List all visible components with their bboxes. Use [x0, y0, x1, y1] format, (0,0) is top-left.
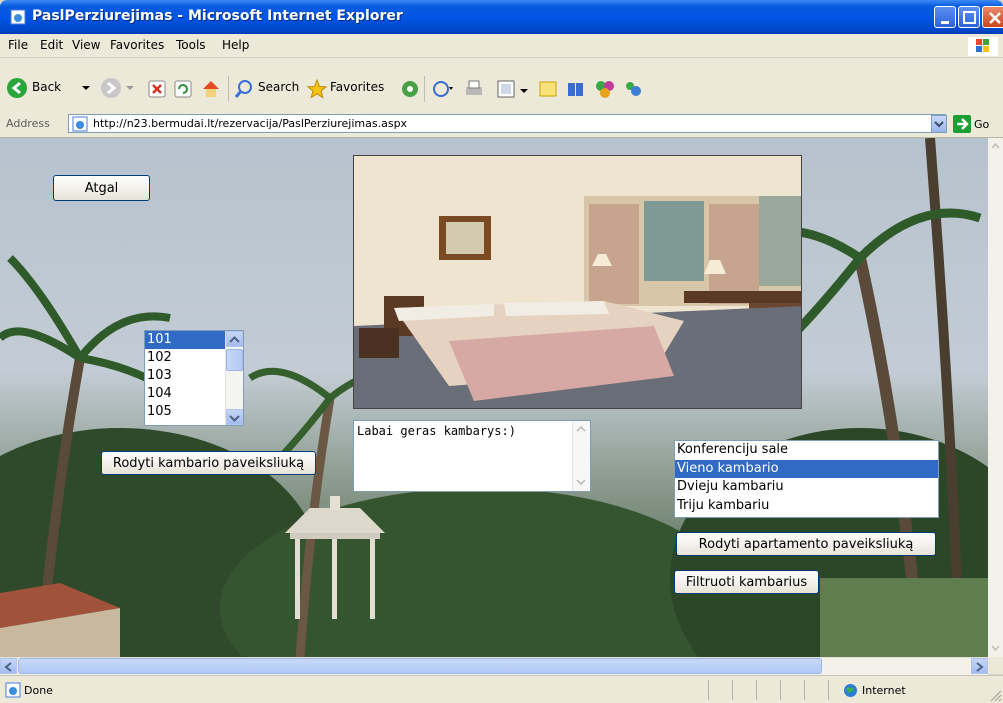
maximize-button[interactable] [958, 6, 980, 28]
show-apartment-photo-button[interactable]: Rodyti apartamento paveiksliuką [676, 532, 936, 556]
menu-bar: File Edit View Favorites Tools Help [0, 34, 1003, 58]
search-icon [234, 80, 252, 98]
chevron-up-icon [229, 336, 240, 343]
chevron-up-icon[interactable] [990, 141, 1001, 151]
horizontal-scroll-thumb[interactable] [18, 658, 822, 674]
media-icon[interactable] [400, 79, 420, 99]
chevron-down-icon[interactable] [990, 643, 1001, 653]
scroll-up-button[interactable] [226, 331, 243, 347]
room-type-option[interactable]: Dvieju kambariu [675, 478, 938, 497]
menu-edit[interactable]: Edit [40, 38, 63, 52]
windows-flag-icon [968, 37, 998, 56]
status-text: Done [24, 684, 53, 697]
home-icon[interactable] [200, 78, 222, 100]
messenger-icon[interactable] [594, 78, 616, 100]
chevron-down-icon[interactable] [520, 87, 528, 95]
security-zone-text: Internet [862, 684, 906, 697]
minimize-icon [941, 21, 949, 24]
scroll-thumb[interactable] [226, 349, 243, 371]
chevron-up-icon[interactable] [575, 424, 587, 434]
room-type-listbox[interactable]: Konferenciju sale Vieno kambario Dvieju … [674, 440, 939, 518]
back-button[interactable]: Back [4, 76, 96, 100]
research-icon[interactable] [566, 79, 586, 99]
room-type-option-selected[interactable]: Vieno kambario [675, 459, 938, 478]
room-option-101[interactable]: 101 [145, 331, 226, 349]
menu-favorites[interactable]: Favorites [110, 38, 164, 52]
search-button[interactable]: Search [234, 76, 302, 100]
discuss-icon[interactable] [538, 79, 558, 99]
chevron-down-icon [126, 86, 134, 90]
mail-icon[interactable] [432, 79, 454, 99]
internet-globe-icon [844, 684, 857, 697]
messenger-contacts-icon[interactable] [622, 78, 644, 100]
room-option-105[interactable]: 105 [145, 403, 226, 421]
chevron-down-icon[interactable] [575, 477, 587, 487]
title-bar[interactable]: PaslPerziurejimas - Microsoft Internet E… [0, 0, 1003, 34]
menu-file[interactable]: File [8, 38, 28, 52]
close-icon [989, 12, 1001, 24]
window-title: PaslPerziurejimas - Microsoft Internet E… [32, 8, 403, 24]
go-label[interactable]: Go [974, 118, 989, 131]
status-bar: Done Internet [0, 675, 1003, 703]
favorites-star-icon [306, 78, 328, 99]
menu-help[interactable]: Help [222, 38, 249, 52]
show-room-photo-button[interactable]: Rodyti kambario paveiksliuką [101, 451, 316, 475]
ie-page-icon [5, 682, 21, 698]
address-dropdown-button[interactable] [931, 115, 947, 133]
page-horizontal-scrollbar[interactable] [0, 657, 988, 675]
menu-view[interactable]: View [72, 38, 100, 52]
back-arrow-icon [7, 78, 27, 98]
address-input[interactable]: http://n23.bermudai.lt/rezervacija/PaslP… [68, 114, 946, 133]
scroll-down-button[interactable] [226, 409, 243, 425]
maximize-icon [963, 11, 976, 24]
room-option-104[interactable]: 104 [145, 385, 226, 403]
chevron-down-icon [229, 415, 240, 422]
close-button[interactable] [982, 6, 1003, 28]
page-content: Atgal 101 102 103 104 105 Rodyti kambari… [0, 138, 988, 657]
ie-window: PaslPerziurejimas - Microsoft Internet E… [0, 0, 1003, 703]
room-description-textarea[interactable]: Labai geras kambarys:) [353, 420, 591, 492]
stop-icon[interactable] [148, 80, 166, 98]
description-scrollbar[interactable] [572, 421, 590, 491]
forward-arrow-icon [101, 78, 121, 98]
chevron-right-icon [976, 662, 984, 672]
favorites-label: Favorites [330, 80, 385, 94]
print-icon[interactable] [464, 79, 484, 99]
chevron-down-icon [934, 121, 944, 128]
room-number-listbox[interactable]: 101 102 103 104 105 [144, 330, 244, 426]
scrollbar-corner [988, 657, 1003, 674]
standard-toolbar: Back Search Favorites [0, 58, 1003, 112]
ie-page-icon [10, 9, 26, 25]
back-page-button[interactable]: Atgal [53, 175, 150, 201]
room-type-option[interactable]: Triju kambariu [675, 497, 938, 516]
refresh-icon[interactable] [174, 80, 192, 98]
room-type-option[interactable]: Konferenciju sale [675, 441, 938, 460]
favorites-button[interactable]: Favorites [306, 76, 396, 100]
room-option-103[interactable]: 103 [145, 367, 226, 385]
edit-icon[interactable] [496, 79, 516, 99]
search-label: Search [258, 80, 300, 94]
address-bar: Address http://n23.bermudai.lt/rezervaci… [0, 111, 1003, 138]
chevron-left-icon [4, 662, 12, 672]
back-label: Back [32, 80, 62, 94]
forward-button[interactable] [100, 76, 136, 100]
hotel-room-image [354, 156, 801, 408]
menu-tools[interactable]: Tools [176, 38, 206, 52]
address-url: http://n23.bermudai.lt/rezervacija/PaslP… [93, 117, 408, 130]
chevron-down-icon [82, 86, 90, 90]
filter-rooms-button[interactable]: Filtruoti kambarius [674, 570, 819, 594]
minimize-button[interactable] [934, 6, 956, 28]
go-arrow-icon [957, 118, 969, 130]
scroll-left-button[interactable] [0, 658, 17, 674]
room-description-text: Labai geras kambarys:) [357, 424, 516, 438]
scroll-right-button[interactable] [971, 658, 988, 674]
room-list-scrollbar[interactable] [225, 331, 243, 425]
go-button[interactable] [953, 115, 971, 133]
room-photo [353, 155, 802, 409]
room-option-102[interactable]: 102 [145, 349, 226, 367]
ie-page-icon [72, 116, 88, 132]
address-label: Address [6, 117, 50, 130]
resize-grip-icon[interactable] [990, 690, 1002, 702]
page-vertical-scrollbar[interactable] [988, 138, 1003, 657]
